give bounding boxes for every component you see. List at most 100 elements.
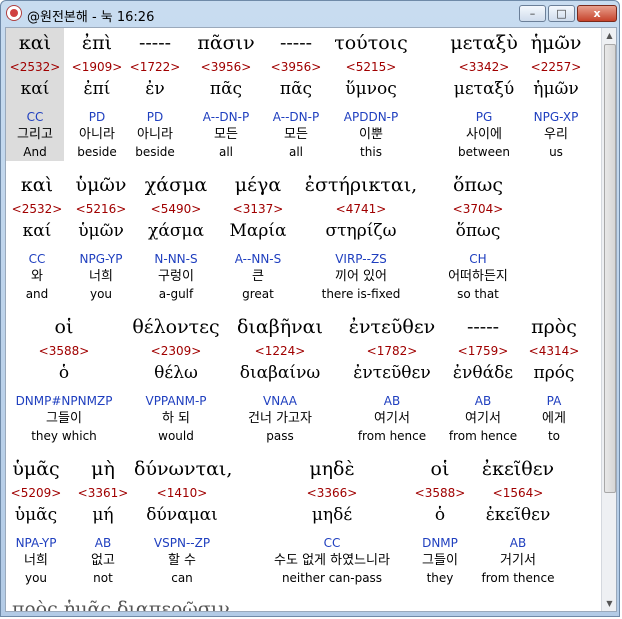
greek-word: τούτοις bbox=[334, 32, 408, 54]
lemma: ἐκεῖθεν bbox=[485, 505, 551, 525]
maximize-button[interactable]: □ bbox=[548, 5, 575, 22]
korean-gloss: 너희 bbox=[89, 269, 113, 284]
strongs-number[interactable]: <3366> bbox=[222, 484, 442, 502]
strongs-number[interactable]: <1909> bbox=[64, 58, 130, 76]
word-cell[interactable]: μηδὲ <3366> μηδέ CC 수도 없게 하였느니라 neither can-p… bbox=[222, 454, 442, 587]
word-cell[interactable]: ----- <1722> ἐν PD 아니라 beside bbox=[124, 28, 186, 161]
next-line-partial: πρὸς ἡμᾶς διαπερῶσιν. bbox=[12, 598, 236, 612]
word-cell[interactable]: οἱ <3588> ὁ DNMP#NPNMZP 그들이 they which bbox=[6, 312, 122, 445]
morphology-code: A--DN-P bbox=[202, 110, 250, 124]
word-cell[interactable]: οἱ <3588> ὁ DNMP 그들이 they bbox=[410, 454, 470, 587]
verse-line: καὶ <2532> καί CC 와 and ὑμῶν <5216> ὑμῶν NPG-YP 너희… bbox=[6, 170, 601, 312]
word-cell[interactable]: διαβῆναι <1224> διαβαίνω VNAA 건너 가고자 pass bbox=[224, 312, 336, 445]
word-cell[interactable]: ἡμῶν <2257> ἡμῶν NPG-XP 우리 us bbox=[516, 28, 596, 161]
english-gloss: us bbox=[549, 145, 563, 159]
greek-word: ὅπως bbox=[452, 174, 504, 196]
strongs-number[interactable]: <5490> bbox=[136, 200, 216, 218]
greek-word: ὑμῶν bbox=[75, 174, 127, 196]
word-cell[interactable]: ἐπὶ <1909> ἐπί PD 아니라 beside bbox=[64, 28, 130, 161]
strongs-number[interactable]: <5209> bbox=[6, 484, 66, 502]
english-gloss: from thence bbox=[481, 571, 555, 585]
word-cell[interactable]: δύνωνται, <1410> δύναμαι VSPN--ZP 할 수 can bbox=[134, 454, 232, 587]
strongs-number[interactable]: <2532> bbox=[6, 200, 68, 218]
morphology-code: AB bbox=[509, 536, 527, 550]
lemma: ὑμᾶς bbox=[14, 505, 58, 525]
morphology-code: VIRP--ZS bbox=[335, 252, 387, 266]
strongs-number[interactable]: <2309> bbox=[122, 342, 230, 360]
minimize-button[interactable]: – bbox=[519, 5, 546, 22]
strongs-number[interactable]: <2257> bbox=[516, 58, 596, 76]
lemma: διαβαίνω bbox=[239, 363, 321, 383]
greek-word: πρὸς bbox=[531, 316, 577, 338]
strongs-number[interactable]: <3704> bbox=[420, 200, 536, 218]
word-cell[interactable]: ὅπως <3704> ὅπως CH 어떠하든지 so that bbox=[420, 170, 536, 303]
strongs-number[interactable]: <4741> bbox=[302, 200, 420, 218]
korean-gloss: 너희 bbox=[24, 553, 48, 568]
strongs-number[interactable]: <1722> bbox=[124, 58, 186, 76]
strongs-number[interactable]: <1410> bbox=[134, 484, 230, 502]
word-cell[interactable]: καὶ <2532> καί CC 와 and bbox=[6, 170, 68, 303]
word-cell[interactable]: ὑμῶν <5216> ὑμῶν NPG-YP 너희 you bbox=[68, 170, 134, 303]
morphology-code: PA bbox=[546, 394, 562, 408]
english-gloss: And bbox=[23, 145, 47, 159]
word-cell[interactable]: ----- <3956> πᾶς A--DN-P 모든 all bbox=[260, 28, 332, 161]
app-logo-icon[interactable] bbox=[6, 5, 22, 21]
greek-word: μηδὲ bbox=[309, 458, 355, 480]
strongs-number[interactable]: <3956> bbox=[186, 58, 266, 76]
morphology-code: DNMP#NPNMZP bbox=[15, 394, 113, 408]
word-cell[interactable]: ὑμᾶς <5209> ὑμᾶς NPA-YP 너희 you bbox=[6, 454, 66, 587]
korean-gloss: 그들이 bbox=[422, 553, 458, 568]
morphology-code: CH bbox=[469, 252, 487, 266]
lemma: καί bbox=[20, 79, 50, 99]
close-button[interactable]: x bbox=[577, 5, 617, 22]
greek-word: ----- bbox=[279, 32, 313, 54]
strongs-number[interactable]: <3588> bbox=[6, 342, 122, 360]
morphology-code: CC bbox=[26, 110, 44, 124]
lemma: ὁ bbox=[434, 505, 446, 525]
lemma: στηρίζω bbox=[325, 221, 397, 241]
title-bar[interactable]: @원전본해 - 눅 16:26 – □ x bbox=[1, 1, 619, 27]
scroll-thumb[interactable] bbox=[604, 44, 616, 493]
word-cell[interactable]: πᾶσιν <3956> πᾶς A--DN-P 모든 all bbox=[186, 28, 266, 161]
strongs-number[interactable]: <2532> bbox=[6, 58, 64, 76]
english-gloss: all bbox=[218, 145, 234, 159]
strongs-number[interactable]: <1224> bbox=[224, 342, 336, 360]
korean-gloss: 그리고 bbox=[17, 127, 53, 142]
morphology-code: PD bbox=[146, 110, 164, 124]
word-cell[interactable]: μέγα <3137> Μαρία A--NN-S 큰 great bbox=[216, 170, 300, 303]
word-cell[interactable]: τούτοις <5215> ὕμνος APDDN-P 이뿐 this bbox=[328, 28, 414, 161]
lemma: μή bbox=[92, 505, 114, 525]
word-cell[interactable]: ἐκεῖθεν <1564> ἐκεῖθεν AB 거기서 from thence bbox=[464, 454, 572, 587]
english-gloss: beside bbox=[77, 145, 117, 159]
word-cell[interactable]: θέλοντες <2309> θέλω VPPANM-P 하 되 would bbox=[122, 312, 230, 445]
scroll-down-arrow-icon[interactable]: ▼ bbox=[603, 596, 616, 611]
lemma: ἡμῶν bbox=[533, 79, 579, 99]
english-gloss: you bbox=[89, 287, 113, 301]
korean-gloss: 끼어 있어 bbox=[335, 269, 387, 284]
strongs-number[interactable]: <1564> bbox=[464, 484, 572, 502]
scroll-up-arrow-icon[interactable]: ▲ bbox=[603, 28, 616, 43]
strongs-number[interactable]: <4314> bbox=[516, 342, 592, 360]
word-cell[interactable]: πρὸς <4314> πρός PA 에게 to bbox=[516, 312, 592, 445]
strongs-number[interactable]: <5215> bbox=[328, 58, 414, 76]
word-cell[interactable]: καὶ <2532> καί CC 그리고 And bbox=[6, 28, 64, 161]
app-window: @원전본해 - 눅 16:26 – □ x πρὸς ἡμᾶς διαπερῶσ… bbox=[0, 0, 620, 617]
morphology-code: AB bbox=[94, 536, 112, 550]
korean-gloss: 에게 bbox=[542, 411, 566, 426]
korean-gloss: 우리 bbox=[544, 127, 568, 142]
vertical-scrollbar[interactable]: ▲ ▼ bbox=[601, 28, 616, 611]
word-cell[interactable]: χάσμα <5490> χάσμα N-NN-S 구렁이 a-gulf bbox=[136, 170, 216, 303]
word-cell[interactable]: ἐστήρικται, <4741> στηρίζω VIRP--ZS 끼어 있어 the… bbox=[302, 170, 420, 303]
strongs-number[interactable]: <5216> bbox=[68, 200, 134, 218]
english-gloss: this bbox=[360, 145, 382, 159]
strongs-number[interactable]: <3361> bbox=[68, 484, 138, 502]
lemma: ἐν bbox=[145, 79, 165, 99]
greek-word: οἱ bbox=[430, 458, 450, 480]
strongs-number[interactable]: <3137> bbox=[216, 200, 300, 218]
strongs-number[interactable]: <3956> bbox=[260, 58, 332, 76]
word-cell[interactable]: μὴ <3361> μή AB 없고 not bbox=[68, 454, 138, 587]
strongs-number[interactable]: <3588> bbox=[410, 484, 470, 502]
lemma: ἐπί bbox=[83, 79, 111, 99]
korean-gloss: 그들이 bbox=[46, 411, 82, 426]
korean-gloss: 없고 bbox=[91, 553, 115, 568]
